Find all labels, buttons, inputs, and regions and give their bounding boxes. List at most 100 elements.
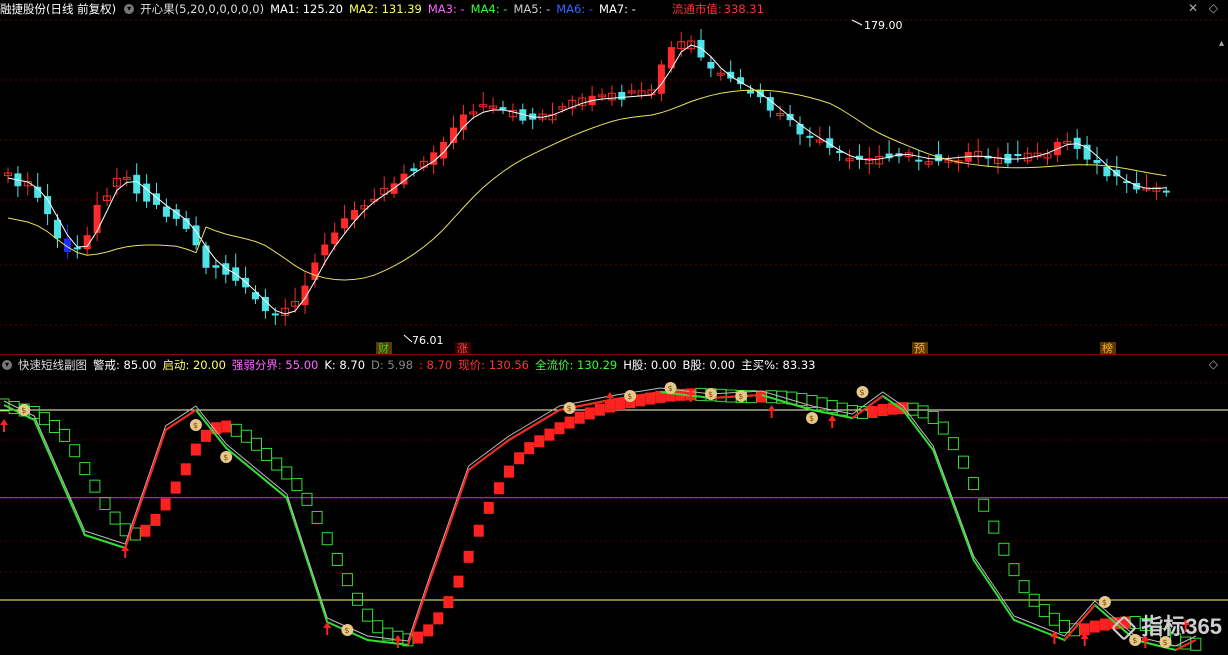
k-up-segment xyxy=(751,394,762,397)
sub-diamond-icon[interactable]: ◇ xyxy=(1209,357,1218,371)
watermark-text: 指标365 xyxy=(1141,613,1222,639)
d-block xyxy=(352,592,363,606)
price-chart: 179.0076.01财涨预榜$$$$$$$$ $$$$$ $ xyxy=(0,19,1228,652)
sub-value-2: 强弱分界: 55.00 xyxy=(231,358,319,372)
watermark-logo-icon xyxy=(1111,615,1138,641)
money-bag-glyph: $ xyxy=(860,388,865,397)
k-up-segment xyxy=(721,395,732,399)
candle-body xyxy=(321,244,329,256)
k-up-segment xyxy=(427,555,440,586)
k-up-segment xyxy=(589,401,601,405)
money-bag-glyph: $ xyxy=(708,390,713,399)
d-block xyxy=(836,402,848,416)
k-up-segment xyxy=(154,429,167,460)
sub-indicator-name[interactable]: 快速短线副图 xyxy=(18,357,87,373)
d-block xyxy=(917,405,929,419)
d-block xyxy=(1089,620,1100,633)
sub-value-9: B股: 0.00 xyxy=(682,358,736,372)
high-pointer xyxy=(851,19,863,26)
money-bag-glyph: $ xyxy=(627,392,632,401)
buy-arrow-head-icon xyxy=(0,419,8,425)
sub-value-6: 现价: 130.56 xyxy=(458,358,529,372)
d-block xyxy=(473,524,484,537)
d-block xyxy=(514,452,525,465)
sub-value-3: K: 8.70 xyxy=(324,358,366,372)
d-block xyxy=(574,411,585,424)
money-bag-glyph: $ xyxy=(1102,598,1107,607)
marker-3: 榜 xyxy=(1102,341,1113,355)
candle-body xyxy=(410,168,418,172)
sub-value-7: 全流价: 130.29 xyxy=(534,358,618,372)
sub-chart-header: ▾ 快速短线副图 警戒: 85.00 启动: 20.00 强弱分界: 55.00 K:… xyxy=(0,356,1228,374)
d-block xyxy=(49,420,60,433)
candle-body xyxy=(915,159,923,162)
d-block xyxy=(978,498,990,512)
candle-body xyxy=(271,313,279,316)
k-up-segment xyxy=(478,454,490,464)
d-block xyxy=(433,612,444,625)
k-up-segment xyxy=(165,422,177,431)
d-block xyxy=(907,402,919,416)
high-label: 179.00 xyxy=(864,19,903,32)
d-block xyxy=(715,388,727,402)
money-bag-glyph: $ xyxy=(809,414,814,423)
d-block xyxy=(947,437,959,451)
k-up-segment xyxy=(457,469,470,500)
sub-value-4: D: 5.98 xyxy=(371,358,414,372)
sub-value-5: : 8.70 xyxy=(419,358,453,372)
d-block xyxy=(1099,618,1110,631)
d-block xyxy=(150,513,161,526)
d-line xyxy=(3,387,1197,647)
sub-indicator-dropdown-icon[interactable]: ▾ xyxy=(2,360,12,370)
buy-arrow-head-icon xyxy=(393,635,402,641)
panel-divider xyxy=(0,354,1228,355)
d-block xyxy=(443,596,454,609)
d-block xyxy=(493,482,504,495)
candle-body xyxy=(341,218,349,229)
k-up-segment xyxy=(175,415,187,425)
k-line xyxy=(3,390,1197,652)
d-block xyxy=(230,423,242,437)
k-up-segment xyxy=(872,395,884,405)
k-up-segment xyxy=(185,409,197,418)
d-block xyxy=(291,478,303,492)
d-block xyxy=(1008,563,1020,577)
marker-0: 财 xyxy=(378,341,389,355)
candle-body xyxy=(44,196,52,215)
d-block xyxy=(109,511,121,525)
d-block xyxy=(79,462,91,476)
k-up-segment xyxy=(144,459,157,490)
candle-body xyxy=(440,141,448,159)
d-block xyxy=(201,429,211,442)
candle-body xyxy=(162,206,170,217)
d-block xyxy=(483,501,494,514)
d-block xyxy=(524,442,535,455)
low-label: 76.01 xyxy=(412,334,444,347)
d-block xyxy=(927,410,939,424)
d-block xyxy=(968,477,980,491)
d-block xyxy=(564,416,575,429)
candle-body xyxy=(657,64,665,94)
d-block xyxy=(89,479,101,493)
money-bag-glyph: $ xyxy=(668,384,673,393)
d-block xyxy=(534,435,545,448)
d-block xyxy=(413,631,424,644)
d-block xyxy=(170,481,181,494)
money-bag-glyph: $ xyxy=(193,421,198,430)
d-block xyxy=(958,455,969,469)
watermark: 指标365 xyxy=(1111,609,1222,641)
sub-values: 警戒: 85.00 启动: 20.00 强弱分界: 55.00 K: 8.70 D: 5… xyxy=(93,357,821,373)
candle-body xyxy=(1162,190,1170,193)
candle-body xyxy=(707,61,715,69)
k-up-segment xyxy=(437,527,450,557)
d-block xyxy=(341,573,353,587)
d-block xyxy=(937,421,949,435)
candle-body xyxy=(143,183,151,202)
d-block xyxy=(281,466,293,480)
money-bag-glyph: $ xyxy=(21,406,26,415)
d-block xyxy=(554,422,565,435)
k-up-segment xyxy=(579,403,590,407)
candle-body xyxy=(796,123,804,135)
candle-body xyxy=(806,135,814,138)
low-pointer xyxy=(403,334,413,343)
